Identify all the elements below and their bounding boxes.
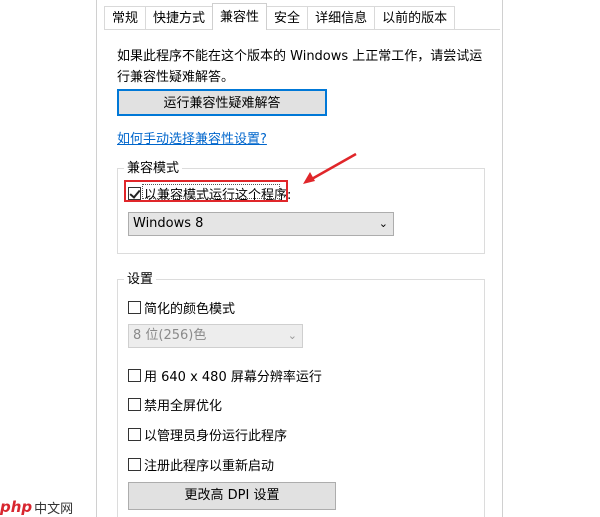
chevron-down-icon: ⌄: [378, 217, 388, 230]
disable-fullscreen-label: 禁用全屏优化: [144, 399, 223, 414]
run-as-admin-row[interactable]: 以管理员身份运行此程序: [128, 425, 287, 444]
tab-security[interactable]: 安全: [266, 6, 309, 30]
res-640-row[interactable]: 用 640 x 480 屏幕分辨率运行: [128, 366, 322, 385]
tab-previous-versions[interactable]: 以前的版本: [374, 6, 456, 30]
register-restart-label: 注册此程序以重新启动: [144, 459, 275, 474]
chevron-down-icon: ⌄: [287, 329, 297, 342]
tab-compatibility[interactable]: 兼容性: [212, 3, 268, 30]
manual-compat-help-link[interactable]: 如何手动选择兼容性设置?: [117, 128, 267, 147]
reduced-color-label: 简化的颜色模式: [144, 302, 236, 317]
highlight-box: [124, 180, 288, 202]
tab-shortcut[interactable]: 快捷方式: [145, 6, 214, 30]
site-watermark: php 中文网: [0, 497, 73, 517]
compat-mode-legend: 兼容模式: [124, 160, 183, 177]
disable-fullscreen-checkbox[interactable]: [128, 398, 141, 411]
run-as-admin-checkbox[interactable]: [128, 428, 141, 441]
change-high-dpi-button[interactable]: 更改高 DPI 设置: [128, 482, 336, 510]
window-right-edge: [502, 0, 503, 517]
color-depth-select[interactable]: 8 位(256)色 ⌄: [128, 324, 303, 348]
watermark-logo: php: [0, 498, 33, 516]
watermark-text: 中文网: [34, 501, 74, 517]
color-depth-value: 8 位(256)色: [133, 328, 207, 343]
res-640-label: 用 640 x 480 屏幕分辨率运行: [144, 370, 322, 385]
register-restart-checkbox[interactable]: [128, 458, 141, 471]
tab-strip: 常规 快捷方式 兼容性 安全 详细信息 以前的版本: [104, 3, 456, 30]
reduced-color-checkbox[interactable]: [128, 301, 141, 314]
disable-fullscreen-row[interactable]: 禁用全屏优化: [128, 395, 222, 414]
os-version-value: Windows 8: [133, 216, 204, 231]
run-troubleshooter-button[interactable]: 运行兼容性疑难解答: [117, 89, 327, 116]
window-left-edge: [96, 0, 97, 517]
tab-panel-border: [104, 29, 500, 30]
reduced-color-row[interactable]: 简化的颜色模式: [128, 298, 235, 317]
intro-text: 如果此程序不能在这个版本的 Windows 上正常工作，请尝试运行兼容性疑难解答…: [117, 49, 483, 85]
register-restart-row[interactable]: 注册此程序以重新启动: [128, 455, 274, 474]
os-version-select[interactable]: Windows 8 ⌄: [128, 212, 394, 236]
settings-legend: 设置: [124, 271, 157, 288]
res-640-checkbox[interactable]: [128, 369, 141, 382]
tab-general[interactable]: 常规: [104, 6, 147, 30]
tab-details[interactable]: 详细信息: [307, 6, 376, 30]
red-arrow-icon: [303, 152, 357, 184]
run-as-admin-label: 以管理员身份运行此程序: [144, 429, 288, 444]
